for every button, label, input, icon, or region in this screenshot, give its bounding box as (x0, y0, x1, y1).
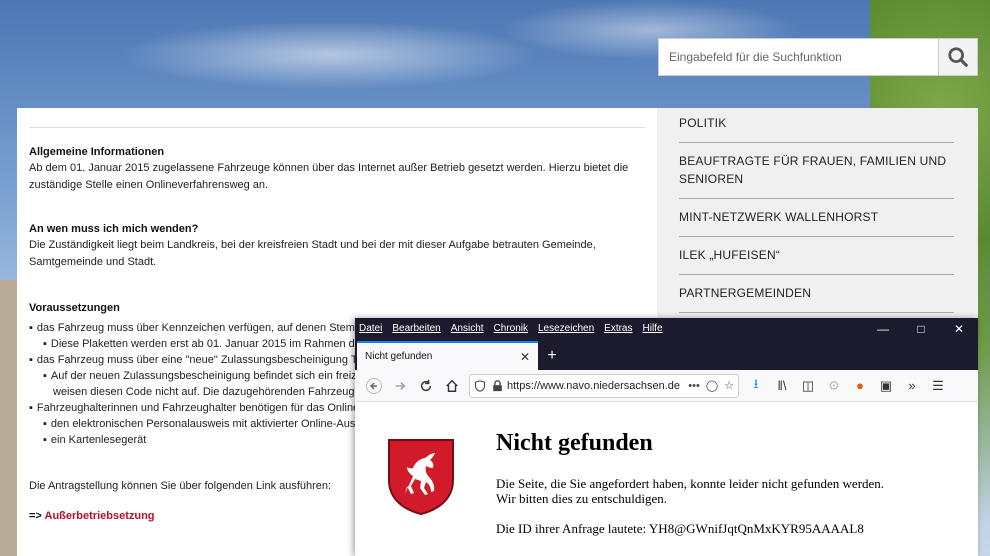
shield-icon (474, 379, 486, 392)
tab-bar: Nicht gefunden ✕ + (355, 339, 978, 370)
nav-item-ilek[interactable]: ILEK „HUFEISEN“ (679, 237, 954, 275)
page-actions-icon[interactable]: ••• (688, 380, 700, 392)
url-bar[interactable]: https://www.navo.niedersachsen.de ••• ◯ … (469, 373, 739, 398)
tab-label: Nicht gefunden (365, 351, 433, 362)
new-tab-button[interactable]: + (538, 341, 566, 370)
page-content: Nicht gefunden Die Seite, die Sie angefo… (355, 402, 978, 556)
sidebar-icon[interactable]: ◫ (795, 373, 821, 399)
error-message: Die Seite, die Sie angefordert haben, ko… (496, 476, 885, 506)
download-icon[interactable]: ⭳ (743, 373, 769, 399)
pocket-icon[interactable]: ◯ (706, 379, 718, 392)
overflow-icon[interactable]: » (899, 373, 925, 399)
minimize-icon[interactable]: — (864, 318, 902, 339)
section-contact: An wen muss ich mich wenden? Die Zuständ… (29, 223, 645, 271)
maximize-icon[interactable]: □ (902, 318, 940, 339)
browser-window: Datei Bearbeiten Ansicht Chronik Lesezei… (355, 318, 978, 556)
link-arrow: => (29, 510, 42, 522)
forward-arrow-icon (395, 381, 406, 390)
reload-icon (420, 379, 432, 391)
close-icon[interactable]: ✕ (940, 318, 978, 339)
tab-close-icon[interactable]: ✕ (520, 350, 530, 364)
section-general-info: Allgemeine Informationen Ab dem 01. Janu… (29, 146, 645, 194)
section-text: Die Zuständigkeit liegt beim Landkreis, … (29, 239, 596, 268)
url-text: https://www.navo.niedersachsen.de (507, 379, 681, 392)
menu-item-lesezeichen[interactable]: Lesezeichen (538, 323, 594, 334)
nav-item-partnergemeinden[interactable]: PARTNERGEMEINDEN (679, 275, 954, 313)
window-controls: — □ ✕ (864, 318, 978, 339)
request-id-text: Die ID ihrer Anfrage lautete: YH8@GWnifJ… (496, 521, 864, 536)
nav-item-beauftragte[interactable]: BEAUFTRAGTE FÜR FRAUEN, FAMILIEN UND SEN… (679, 143, 954, 199)
deregistration-link[interactable]: Außerbetriebsetzung (45, 510, 155, 522)
menu-item-chronik[interactable]: Chronik (494, 323, 528, 334)
section-title: Voraussetzungen (29, 302, 120, 314)
forward-button[interactable] (387, 373, 413, 399)
nav-item-mint-netzwerk[interactable]: MINT-NETZWERK WALLENHORST (679, 199, 954, 237)
menu-item-extras[interactable]: Extras (604, 323, 632, 334)
home-button[interactable] (439, 373, 465, 399)
menu-item-datei[interactable]: Datei (359, 323, 382, 334)
nav-toolbar: https://www.navo.niedersachsen.de ••• ◯ … (355, 370, 978, 402)
menu-item-bearbeiten[interactable]: Bearbeiten (392, 323, 440, 334)
hamburger-menu-icon[interactable]: ☰ (925, 373, 951, 399)
search-icon (948, 47, 968, 67)
firefox-account-icon[interactable]: ● (847, 373, 873, 399)
section-title: Allgemeine Informationen (29, 146, 165, 158)
screenshot-icon[interactable]: ▣ (873, 373, 899, 399)
bookmark-star-icon[interactable]: ☆ (724, 379, 734, 392)
extension-icon[interactable]: ⚙ (821, 373, 847, 399)
home-icon (446, 379, 458, 392)
section-text: Ab dem 01. Januar 2015 zugelassene Fahrz… (29, 162, 629, 191)
menu-item-ansicht[interactable]: Ansicht (451, 323, 484, 334)
search-bar (658, 38, 978, 76)
divider (29, 127, 645, 128)
search-input[interactable] (658, 38, 938, 76)
menu-item-hilfe[interactable]: Hilfe (643, 323, 663, 334)
back-button[interactable] (361, 373, 387, 399)
lock-icon (493, 379, 502, 391)
reload-button[interactable] (413, 373, 439, 399)
page-title: Nicht gefunden (496, 430, 653, 456)
lower-saxony-crest-icon (388, 439, 454, 516)
nav-item-politik[interactable]: POLITIK (679, 108, 954, 143)
section-title: An wen muss ich mich wenden? (29, 223, 199, 235)
plus-icon: + (547, 346, 557, 364)
library-icon[interactable]: ‖\ (769, 373, 795, 399)
search-button[interactable] (938, 38, 978, 76)
back-arrow-icon (366, 377, 382, 394)
tab-nicht-gefunden[interactable]: Nicht gefunden ✕ (357, 341, 538, 370)
